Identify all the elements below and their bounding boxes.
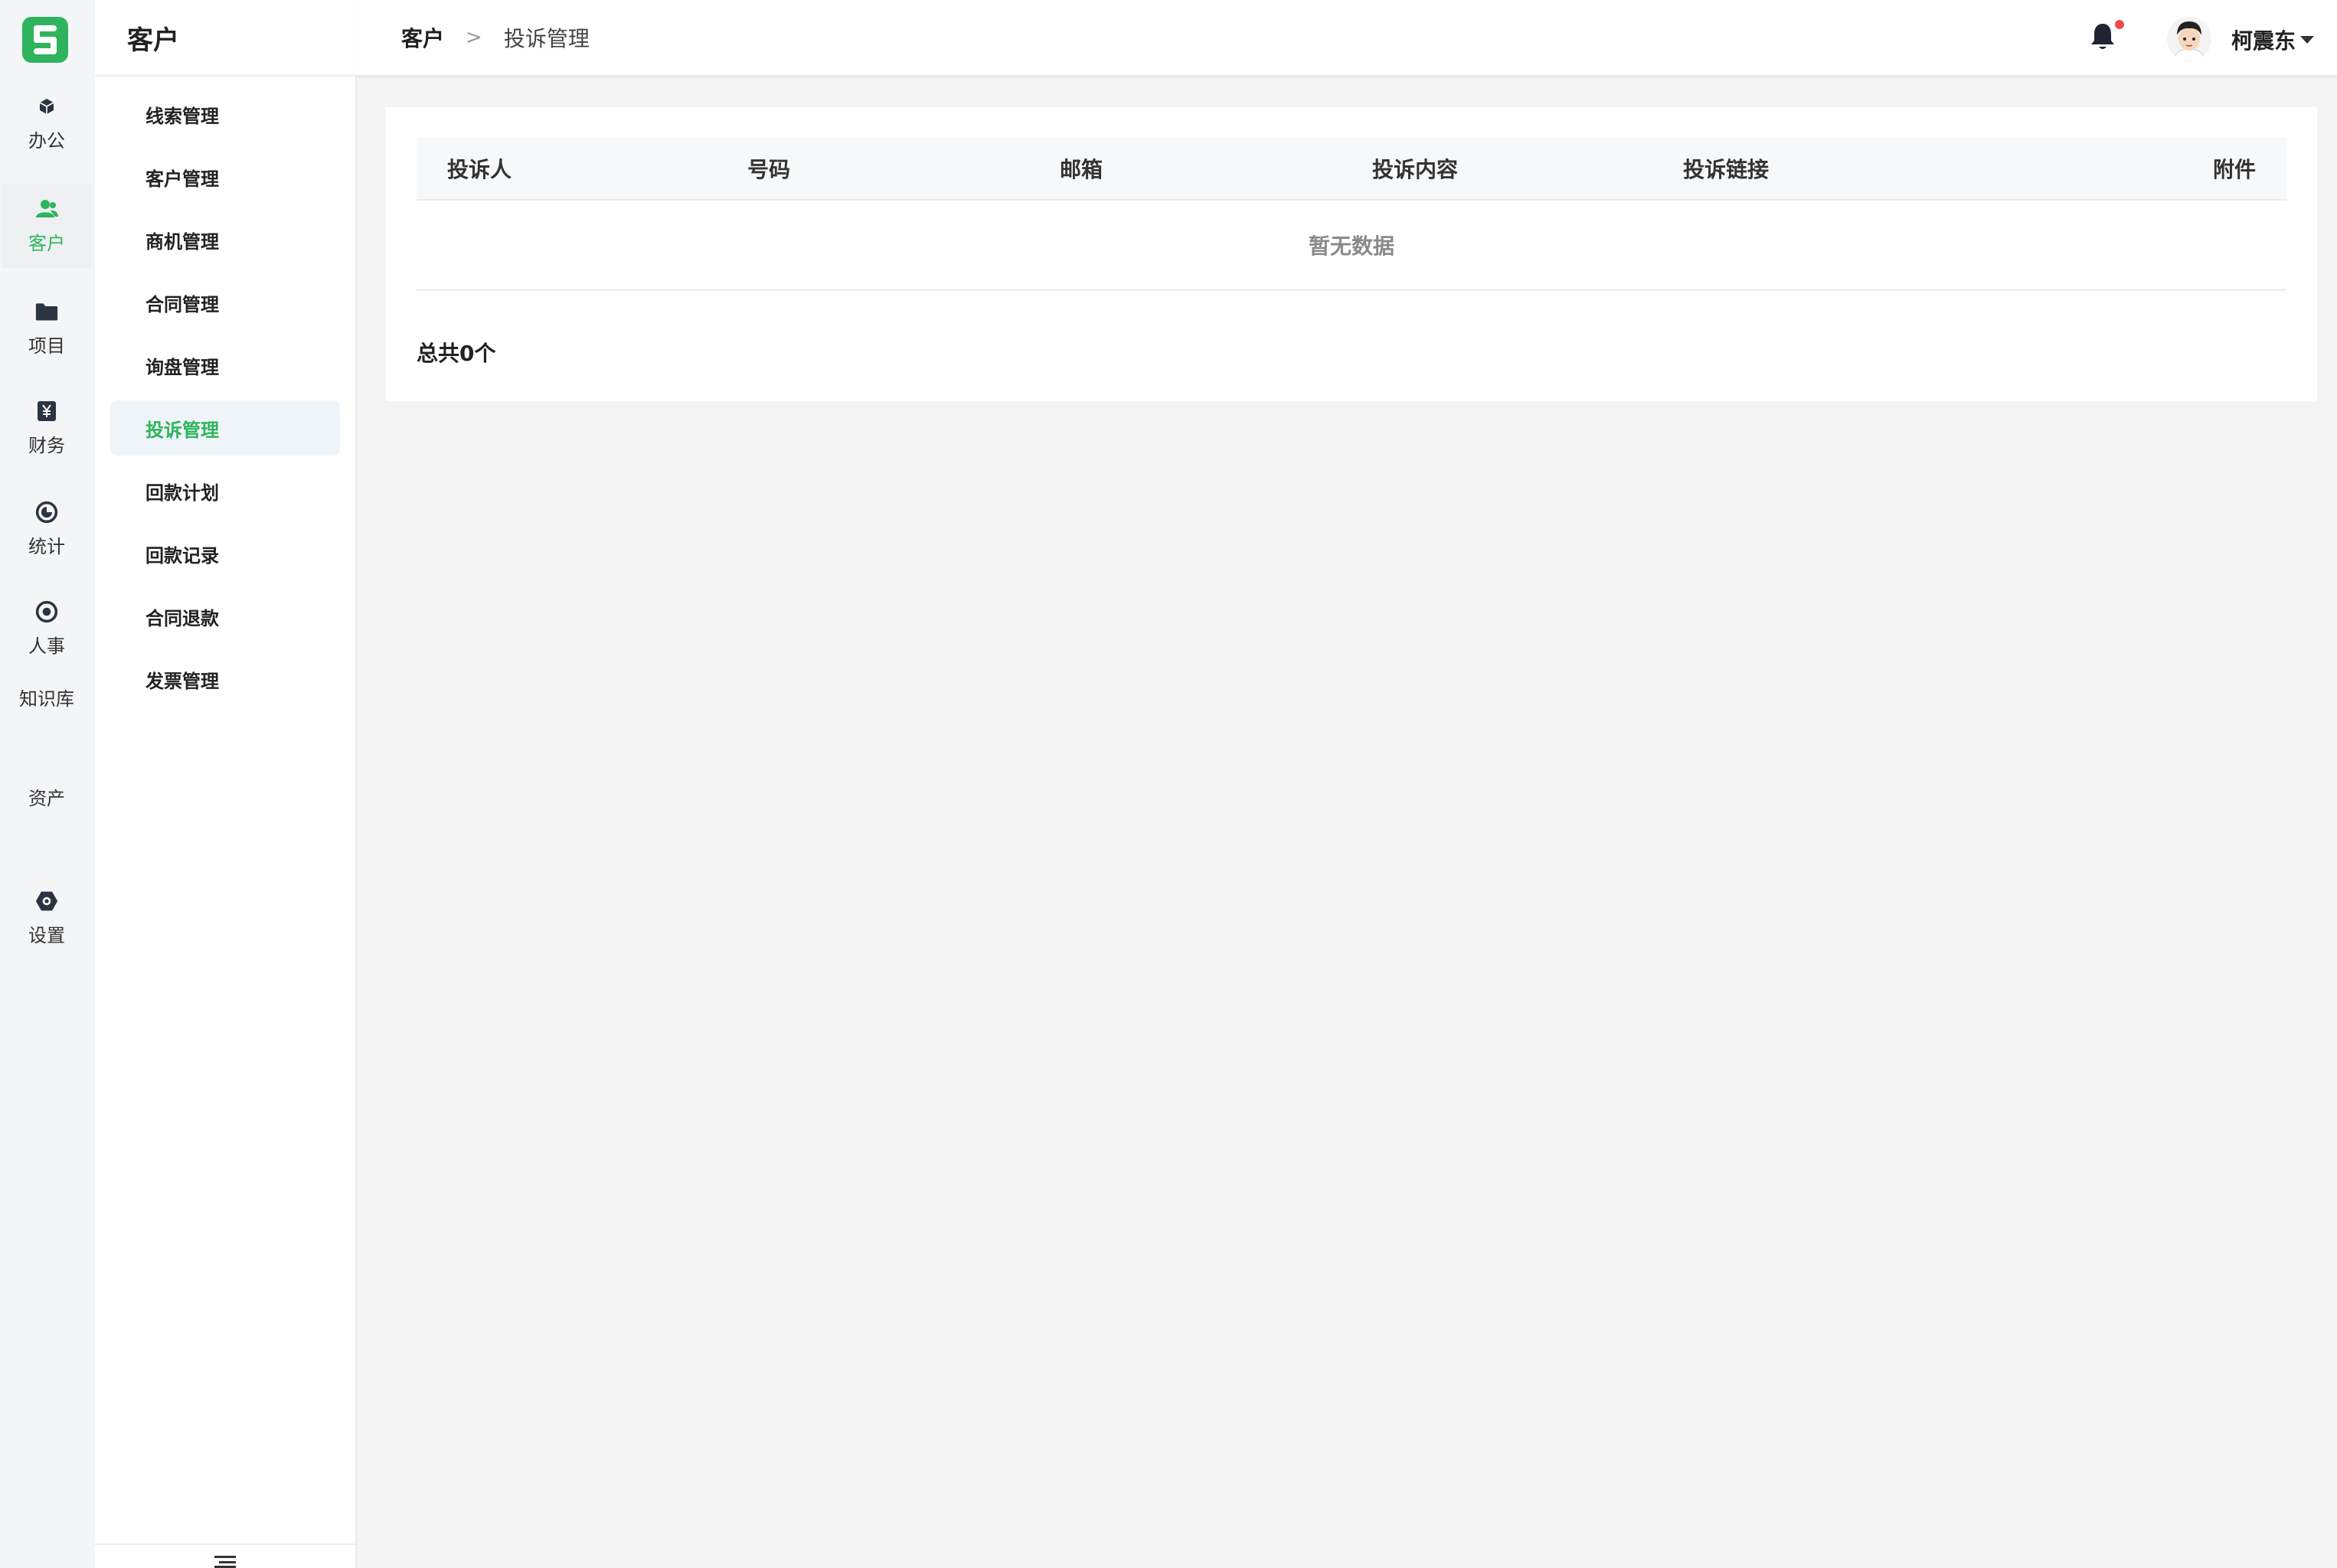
menu-footer [95, 1544, 355, 1568]
folder-icon [35, 300, 58, 323]
column-header-complainant: 投诉人 [447, 157, 512, 182]
rail-item-label: 办公 [28, 129, 65, 152]
rail-item-customer[interactable]: 客户 [2, 184, 92, 268]
menu-item-invoices[interactable]: 发票管理 [110, 652, 340, 707]
menu-item-inquiries[interactable]: 询盘管理 [110, 338, 340, 393]
column-header-phone: 号码 [747, 157, 791, 182]
menu-item-complaints[interactable]: 投诉管理 [110, 400, 340, 456]
top-header: 客户 > 投诉管理 柯震东 [355, 0, 2337, 77]
column-header-attachment: 附件 [2212, 157, 2256, 182]
menu-item-contracts[interactable]: 合同管理 [110, 275, 340, 330]
user-menu[interactable]: 柯震东 [2231, 0, 2315, 80]
avatar[interactable] [2167, 17, 2211, 61]
app-logo[interactable] [22, 17, 68, 63]
content-card: 投诉人 号码 邮箱 投诉内容 投诉链接 附件 暂无数据 总共0个 [386, 107, 2317, 401]
caret-down-icon [2300, 36, 2315, 44]
rail-item-office[interactable]: 办公 [2, 81, 92, 165]
menu-item-opportunities[interactable]: 商机管理 [110, 212, 340, 267]
rail-item-label: 人事 [28, 635, 65, 657]
menu-item-leads[interactable]: 线索管理 [110, 87, 340, 142]
menu-item-payment-plans[interactable]: 回款计划 [110, 463, 340, 518]
target-icon [35, 600, 58, 623]
rail-item-label: 统计 [28, 535, 65, 557]
rail-item-finance[interactable]: 财务 [2, 386, 92, 470]
breadcrumb-separator: > [466, 26, 482, 49]
rail-item-assets[interactable]: 资产 [2, 754, 92, 838]
rail-item-label: 设置 [28, 924, 65, 946]
rail-item-label: 知识库 [19, 688, 74, 710]
rail-item-label: 客户 [28, 232, 65, 254]
total-count: 总共0个 [417, 341, 496, 366]
rail-item-project[interactable]: 项目 [2, 286, 92, 371]
table-header: 投诉人 号码 邮箱 投诉内容 投诉链接 附件 [417, 138, 2286, 201]
user-avatar-icon [2167, 17, 2211, 61]
empty-state: 暂无数据 [417, 201, 2286, 291]
complaints-table: 投诉人 号码 邮箱 投诉内容 投诉链接 附件 暂无数据 [417, 138, 2286, 291]
cube-icon [35, 95, 58, 118]
breadcrumb-root[interactable]: 客户 [401, 22, 444, 53]
users-icon [35, 198, 58, 220]
notification-dot [2115, 20, 2124, 29]
secondary-menu: 客户 线索管理 客户管理 商机管理 合同管理 询盘管理 投诉管理 回款计划 回款… [95, 0, 357, 1568]
rail-item-statistics[interactable]: 统计 [2, 487, 92, 571]
bell-icon[interactable] [2089, 21, 2116, 52]
rail-item-knowledge-base[interactable]: 知识库 [2, 655, 92, 739]
rail-item-settings[interactable]: 设置 [2, 876, 92, 960]
rail-item-label: 资产 [28, 787, 65, 809]
logo-s-icon [34, 25, 57, 54]
pie-chart-icon [35, 501, 58, 524]
rail-item-label: 财务 [28, 434, 65, 456]
menu-title: 客户 [95, 0, 355, 77]
primary-nav-rail: 办公 客户 项目 财务 统计 人事 知识库 资产 设置 [0, 0, 96, 1568]
menu-item-contract-refunds[interactable]: 合同退款 [110, 589, 340, 644]
menu-item-payment-records[interactable]: 回款记录 [110, 526, 340, 581]
collapse-menu-icon[interactable] [214, 1556, 236, 1568]
yen-icon [35, 400, 58, 423]
breadcrumb-current: 投诉管理 [503, 26, 590, 51]
breadcrumb: 客户 > 投诉管理 [401, 0, 590, 75]
column-header-content: 投诉内容 [1372, 157, 1459, 182]
settings-icon [35, 890, 58, 913]
column-header-link: 投诉链接 [1683, 157, 1770, 182]
user-name: 柯震东 [2231, 28, 2296, 54]
rail-item-label: 项目 [28, 335, 65, 357]
column-header-email: 邮箱 [1060, 157, 1103, 182]
menu-item-customers[interactable]: 客户管理 [110, 149, 340, 204]
